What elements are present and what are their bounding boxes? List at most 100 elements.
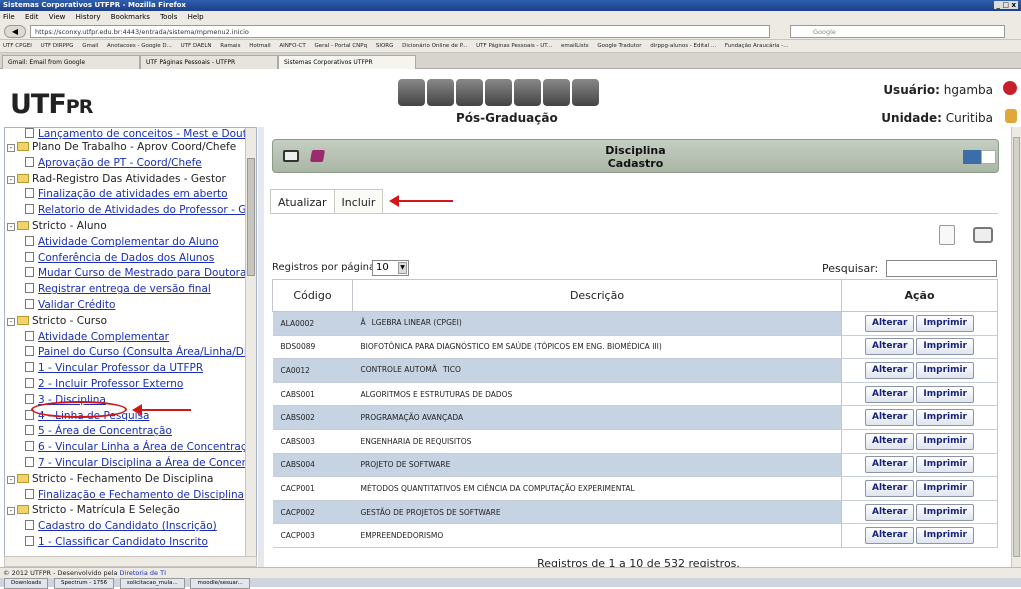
taskbar-item[interactable]: Spectrum - 1756 bbox=[53, 578, 115, 589]
view-toggle-icon[interactable] bbox=[981, 150, 996, 164]
bookmark[interactable]: Ramais bbox=[220, 43, 240, 49]
tree-link[interactable]: 2 - Incluir Professor Externo bbox=[38, 378, 183, 390]
tab-atualizar[interactable]: Atualizar bbox=[270, 189, 335, 213]
tree-item[interactable]: 6 - Vincular Linha a Área de Concentraçã… bbox=[5, 440, 256, 456]
collapse-icon[interactable]: - bbox=[7, 475, 15, 484]
browser-search-input[interactable]: Google bbox=[790, 25, 1005, 38]
edit-button[interactable]: Alterar bbox=[864, 479, 915, 497]
print-button[interactable]: Imprimir bbox=[916, 338, 974, 356]
menu-bookmarks[interactable]: Bookmarks bbox=[111, 13, 150, 21]
browser-tab-paginas[interactable]: UTF Páginas Pessoais - UTFPR bbox=[140, 55, 278, 69]
edit-button[interactable]: Alterar bbox=[864, 432, 915, 450]
tree-link[interactable]: Validar Crédito bbox=[38, 299, 115, 311]
table-row[interactable]: CA0012 CONTROLE AUTOMÃTICO Alterar Imprimi… bbox=[272, 358, 998, 383]
back-button[interactable]: ◀ bbox=[4, 25, 26, 38]
main-scroll-thumb[interactable] bbox=[1013, 137, 1020, 557]
table-row[interactable]: CABS001 ALGORITMOS E ESTRUTURAS DE DADOS A… bbox=[272, 382, 998, 407]
tree-link[interactable]: Atividade Complementar do Aluno bbox=[38, 236, 219, 248]
tree-item[interactable]: 1 - Vincular Professor da UTFPR bbox=[5, 361, 256, 377]
edit-button[interactable]: Alterar bbox=[864, 385, 915, 403]
bookmark[interactable]: Dicionário Online de P... bbox=[402, 43, 467, 49]
tree-item[interactable]: Cadastro do Candidato (Inscrição) bbox=[5, 519, 256, 535]
tree-group-stricto-aluno[interactable]: - Stricto - Aluno bbox=[5, 219, 256, 235]
collapse-icon[interactable]: - bbox=[7, 317, 15, 326]
bookmark[interactable]: UTF Páginas Pessoais - UT... bbox=[476, 43, 552, 49]
tree-link[interactable]: Conferência de Dados dos Alunos bbox=[38, 252, 214, 264]
menu-history[interactable]: History bbox=[76, 13, 101, 21]
tree-group-matricula[interactable]: - Stricto - Matrícula E Seleção bbox=[5, 503, 256, 519]
tree-item[interactable]: Relatorio de Atividades do Professor - G… bbox=[5, 203, 256, 219]
bookmark[interactable]: Hotmail bbox=[249, 43, 270, 49]
column-header-description[interactable]: Descrição bbox=[352, 279, 842, 312]
bookmark[interactable]: UTF CPGEI bbox=[3, 43, 32, 49]
window-controls[interactable]: _ □ x bbox=[994, 1, 1018, 9]
table-row[interactable]: CACP002 GESTÃO DE PROJETOS DE SOFTWARE Alt… bbox=[272, 500, 998, 525]
print-button[interactable]: Imprimir bbox=[916, 479, 974, 497]
hat-icon[interactable] bbox=[398, 79, 425, 106]
tree-item[interactable]: Painel do Curso (Consulta Área/Linha/Dis… bbox=[5, 345, 256, 361]
table-row[interactable]: CABS002 PROGRAMAÇÃO AVANÇADA Alterar Imprim… bbox=[272, 405, 998, 430]
tree-item[interactable]: Mudar Curso de Mestrado para Doutorado bbox=[5, 266, 256, 282]
lock-icon[interactable] bbox=[1005, 109, 1017, 123]
panel-splitter[interactable] bbox=[258, 127, 264, 567]
tree-link[interactable]: Finalização e Fechamento de Disciplina bbox=[38, 489, 244, 501]
globe-icon[interactable] bbox=[485, 79, 512, 106]
bookmark[interactable]: dirppg-alunos - Edital ... bbox=[650, 43, 716, 49]
browser-tab-sistemas[interactable]: Sistemas Corporativos UTFPR bbox=[278, 55, 416, 69]
table-row[interactable]: CACP003 EMPREENDEDORISMO Alterar Imprimir bbox=[272, 523, 998, 548]
print-button[interactable]: Imprimir bbox=[916, 314, 974, 332]
main-scrollbar[interactable] bbox=[1011, 127, 1021, 567]
tree-item[interactable]: Validar Crédito bbox=[5, 298, 256, 314]
browser-tab-gmail[interactable]: Gmail: Email from Google bbox=[2, 55, 140, 69]
tree-item[interactable]: Conferência de Dados dos Alunos bbox=[5, 251, 256, 267]
tree-item[interactable]: Lançamento de conceitos - Mest e Dout bbox=[5, 128, 256, 140]
tree-item[interactable]: 1 - Classificar Candidato Inscrito bbox=[5, 535, 256, 551]
tree-item[interactable]: Finalização de atividades em aberto bbox=[5, 187, 256, 203]
menu-tools[interactable]: Tools bbox=[160, 13, 177, 21]
bookmark[interactable]: Gmail bbox=[82, 43, 98, 49]
edit-button[interactable]: Alterar bbox=[864, 361, 915, 379]
print-button[interactable]: Imprimir bbox=[916, 409, 974, 427]
bookmark[interactable]: Geral - Portal CNPq bbox=[315, 43, 368, 49]
table-row[interactable]: CABS003 ENGENHARIA DE REQUISITOS Alterar Im… bbox=[272, 429, 998, 454]
collapse-icon[interactable]: - bbox=[7, 222, 15, 231]
pdf-icon[interactable] bbox=[939, 225, 955, 245]
column-header-code[interactable]: Código bbox=[272, 279, 353, 312]
bookmark[interactable]: Google Tradutor bbox=[597, 43, 641, 49]
tab-incluir[interactable]: Incluir bbox=[333, 189, 384, 213]
sidebar-scroll-thumb[interactable] bbox=[247, 158, 255, 276]
tree-item[interactable]: Aprovação de PT - Coord/Chefe bbox=[5, 156, 256, 172]
sidebar-horizontal-scrollbar[interactable] bbox=[4, 556, 257, 567]
books-icon[interactable] bbox=[427, 79, 454, 106]
sidebar-scrollbar[interactable] bbox=[245, 128, 256, 566]
chevron-down-icon[interactable]: ▼ bbox=[398, 262, 407, 274]
bookmark[interactable]: UTF DAELN bbox=[181, 43, 212, 49]
tree-item[interactable]: 2 - Incluir Professor Externo bbox=[5, 377, 256, 393]
edit-button[interactable]: Alterar bbox=[864, 338, 915, 356]
bookmark[interactable]: emailLists bbox=[561, 43, 589, 49]
bookmark[interactable]: AINFO-CT bbox=[279, 43, 305, 49]
tree-link[interactable]: Lançamento de conceitos - Mest e Dout bbox=[38, 128, 247, 140]
tree-group-stricto-curso[interactable]: - Stricto - Curso bbox=[5, 314, 256, 330]
print-button[interactable]: Imprimir bbox=[916, 456, 974, 474]
collapse-icon[interactable]: - bbox=[7, 507, 15, 516]
tree-link[interactable]: Atividade Complementar bbox=[38, 331, 169, 343]
tree-link[interactable]: 5 - Área de Concentração bbox=[38, 425, 172, 437]
people-icon[interactable] bbox=[456, 79, 483, 106]
print-button[interactable]: Imprimir bbox=[916, 361, 974, 379]
search-input[interactable] bbox=[886, 260, 997, 277]
bookmark[interactable]: Anotacoes - Google D... bbox=[107, 43, 172, 49]
table-row[interactable]: CABS004 PROJETO DE SOFTWARE Alterar Imprimi… bbox=[272, 453, 998, 478]
menu-help[interactable]: Help bbox=[188, 13, 204, 21]
edit-button[interactable]: Alterar bbox=[864, 503, 915, 521]
tree-item[interactable]: Registrar entrega de versão final bbox=[5, 282, 256, 298]
printer-icon[interactable] bbox=[973, 227, 993, 243]
edit-button[interactable]: Alterar bbox=[864, 527, 915, 545]
board-icon[interactable] bbox=[543, 79, 570, 106]
print-button[interactable]: Imprimir bbox=[916, 385, 974, 403]
tree-link[interactable]: 1 - Vincular Professor da UTFPR bbox=[38, 362, 203, 374]
tree-group-fechamento[interactable]: - Stricto - Fechamento De Disciplina bbox=[5, 472, 256, 488]
menu-edit[interactable]: Edit bbox=[25, 13, 39, 21]
tree-link[interactable]: Painel do Curso (Consulta Área/Linha/Dis… bbox=[38, 346, 256, 358]
tree-link[interactable]: Finalização de atividades em aberto bbox=[38, 188, 228, 200]
